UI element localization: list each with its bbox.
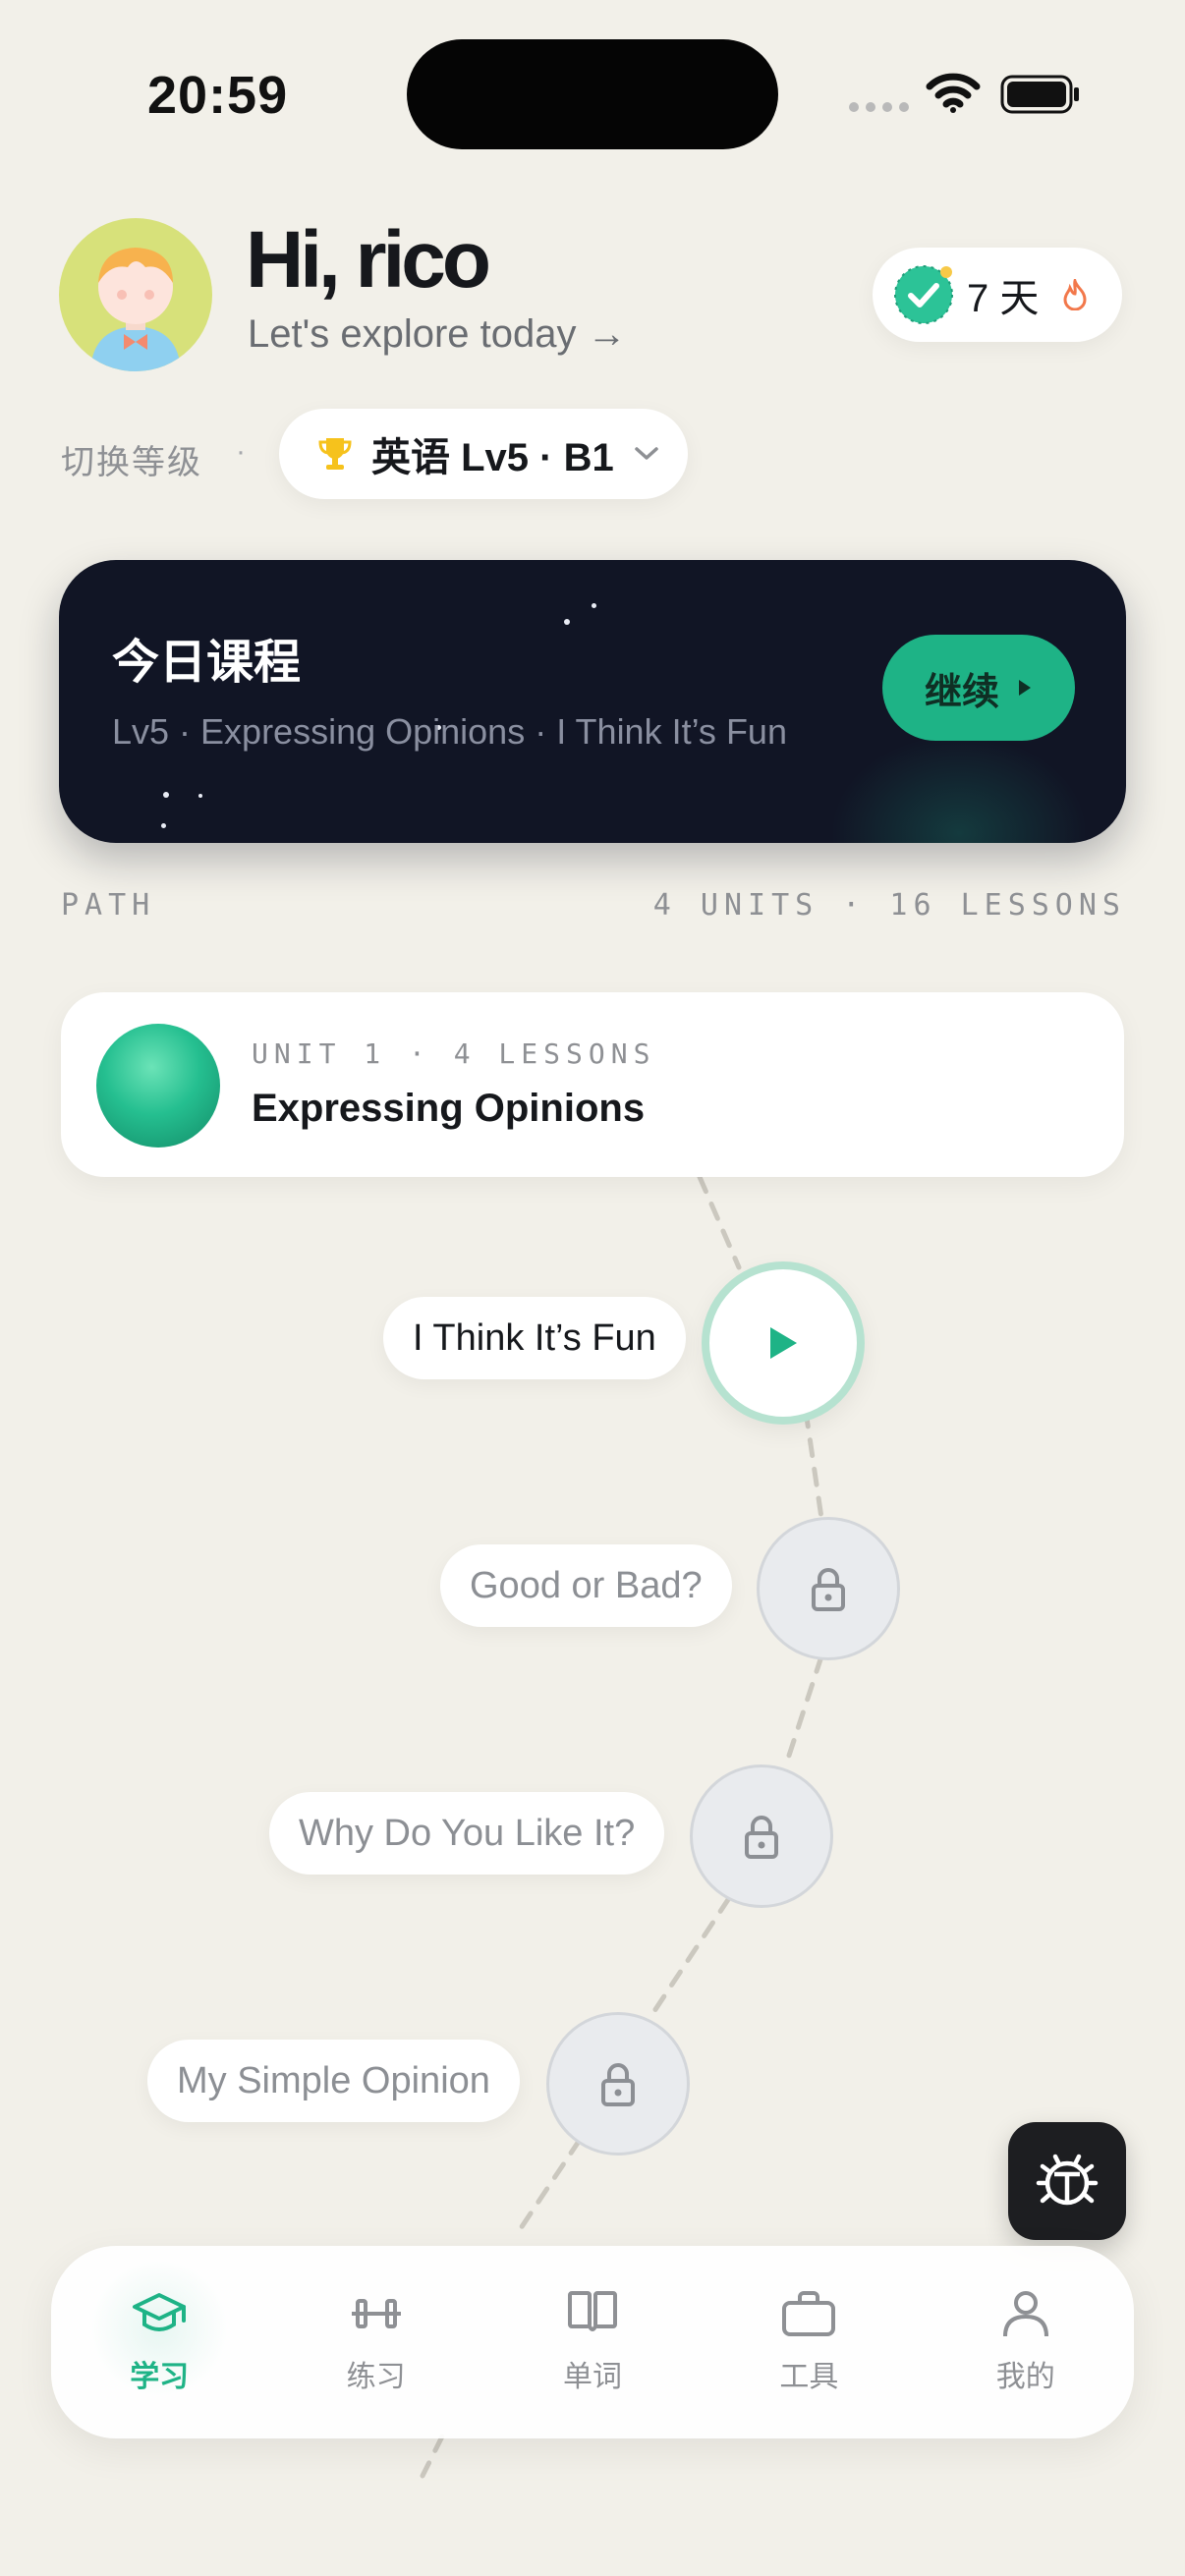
lesson-node-locked[interactable] [757,1517,900,1660]
tab-learn[interactable]: 学习 [71,2260,248,2397]
lesson-label[interactable]: Good or Bad? [440,1544,732,1627]
lesson-label[interactable]: Why Do You Like It? [269,1792,665,1875]
lock-icon [745,1816,778,1859]
tab-words-label: 单词 [562,2361,622,2393]
unit-meta: UNIT 1 · 4 LESSONS [252,1037,656,1070]
tab-practice[interactable]: 练习 [288,2289,465,2395]
tab-tools-label: 工具 [779,2361,839,2393]
tab-practice-label: 练习 [346,2361,406,2393]
unit-card[interactable]: UNIT 1 · 4 LESSONS Expressing Opinions [61,992,1124,1177]
user-icon [1002,2291,1048,2337]
bug-icon [1036,2154,1099,2206]
tab-profile[interactable]: 我的 [937,2289,1114,2395]
tab-bar: 学习 练习 单词 工具 我的 [51,2246,1134,2438]
tab-learn-label: 学习 [130,2361,190,2393]
lesson-node-active[interactable] [702,1261,865,1425]
tab-tools[interactable]: 工具 [720,2289,897,2395]
lesson-node-locked[interactable] [690,1764,833,1908]
tab-profile-label: 我的 [995,2361,1055,2393]
lesson-label[interactable]: My Simple Opinion [147,2040,520,2122]
unit-title: Expressing Opinions [252,1087,646,1130]
debug-button[interactable] [1008,2122,1126,2240]
lock-icon [812,1568,845,1611]
lesson-label[interactable]: I Think It’s Fun [383,1297,686,1379]
lesson-node-locked[interactable] [546,2012,690,2156]
unit-orb-icon [96,1024,220,1148]
briefcase-icon [782,2291,836,2336]
book-icon [567,2291,617,2331]
lock-icon [601,2063,635,2106]
dumbbell-icon [351,2299,401,2328]
graduation-cap-icon [133,2293,187,2331]
play-icon [770,1327,797,1359]
tab-words[interactable]: 单词 [504,2289,681,2395]
